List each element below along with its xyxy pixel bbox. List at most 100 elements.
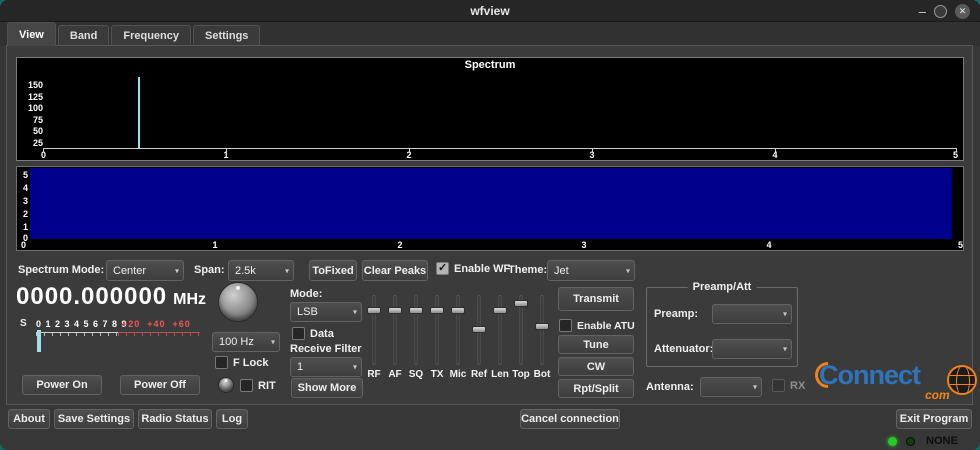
transmit-button[interactable]: Transmit: [558, 287, 634, 311]
preamp-select[interactable]: ▾: [712, 304, 792, 324]
logo-letter-c: C: [819, 360, 838, 390]
close-button[interactable]: ✕: [955, 3, 970, 19]
slider-handle[interactable]: [472, 326, 486, 334]
tuning-step-select[interactable]: 100 Hz ▾: [212, 332, 280, 352]
titlebar[interactable]: wfview – ✕: [0, 0, 980, 22]
chevron-down-icon: ▾: [284, 266, 289, 275]
spectrum-mode-label: Spectrum Mode:: [18, 264, 105, 276]
slider-handle[interactable]: [535, 322, 549, 330]
attenuator-label: Attenuator:: [654, 343, 714, 355]
attenuator-select[interactable]: ▾: [712, 339, 792, 359]
waterfall-panel[interactable]: 5 4 3 2 1 0 0 1 2 3 4 5: [16, 166, 964, 251]
tab-view[interactable]: View: [7, 22, 56, 46]
chevron-down-icon: ▾: [782, 309, 787, 319]
chevron-down-icon: ▾: [782, 344, 787, 354]
connection-status: NONE: [926, 435, 958, 447]
enable-wf-label: Enable WF: [454, 262, 511, 275]
radio-status-button[interactable]: Radio Status: [138, 409, 212, 429]
clear-peaks-button[interactable]: Clear Peaks: [362, 260, 428, 281]
theme-select[interactable]: Jet ▾: [547, 260, 635, 281]
log-button[interactable]: Log: [216, 409, 248, 429]
spectrum-x-tick: 5: [952, 150, 958, 160]
receive-filter-select[interactable]: 1 ▾: [290, 357, 362, 377]
spectrum-x-tick: 4: [772, 150, 778, 160]
smeter-bar: [37, 330, 41, 352]
mic-slider[interactable]: [451, 294, 465, 366]
enable-atu-checkbox[interactable]: Enable ATU: [559, 319, 635, 332]
spectrum-baseline: [43, 148, 957, 149]
top-slider[interactable]: [514, 294, 528, 366]
tx-slider[interactable]: [430, 294, 444, 366]
waterfall-display[interactable]: [30, 168, 952, 239]
smeter-digits: 0 1 2 3 4 5 6 7 8 9: [36, 319, 128, 329]
tab-frequency[interactable]: Frequency: [111, 25, 192, 46]
exit-program-button[interactable]: Exit Program: [896, 409, 972, 429]
maximize-button[interactable]: [934, 4, 947, 18]
slider-handle[interactable]: [430, 306, 444, 314]
chevron-down-icon: ▾: [270, 337, 275, 347]
data-checkbox[interactable]: Data: [292, 327, 334, 340]
sq-slider[interactable]: [409, 294, 423, 366]
spectrum-x-tick: 0: [41, 150, 47, 160]
cancel-connection-button[interactable]: Cancel connection: [520, 409, 620, 429]
close-icon: ✕: [958, 5, 967, 16]
cw-button[interactable]: CW: [558, 357, 634, 376]
preamp-label: Preamp:: [654, 308, 699, 320]
spectrum-panel[interactable]: Spectrum 150 125 100 75 50 25 0 1 2 3 4 …: [16, 57, 964, 161]
tuning-knob[interactable]: [218, 282, 258, 322]
rpt-split-button[interactable]: Rpt/Split: [558, 379, 634, 398]
rf-slider[interactable]: [367, 294, 381, 366]
tune-button[interactable]: Tune: [558, 335, 634, 354]
span-select[interactable]: 2.5k ▾: [228, 260, 294, 281]
slider-handle[interactable]: [367, 306, 381, 314]
spectrum-x-tick: 3: [589, 150, 595, 160]
knob-indicator-dot: [224, 379, 228, 382]
show-more-button[interactable]: Show More: [291, 378, 363, 398]
slider-handle[interactable]: [451, 306, 465, 314]
waterfall-y-tick: 2: [22, 209, 28, 219]
antenna-label: Antenna:: [646, 381, 694, 393]
spectrum-y-tick: 125: [27, 92, 43, 102]
af-slider[interactable]: [388, 294, 402, 366]
slider-track: [435, 295, 439, 365]
about-button[interactable]: About: [8, 409, 50, 429]
minimize-button[interactable]: –: [919, 5, 926, 18]
len-slider[interactable]: [493, 294, 507, 366]
bot-slider[interactable]: [535, 294, 549, 366]
antenna-select[interactable]: ▾: [700, 377, 762, 397]
window-title: wfview: [470, 3, 510, 18]
mode-select[interactable]: LSB ▾: [290, 302, 362, 322]
frequency-display[interactable]: 0000.000000 MHz: [16, 283, 206, 311]
receive-filter-value: 1: [297, 361, 304, 373]
rpt-split-label: Rpt/Split: [573, 382, 619, 395]
save-settings-button[interactable]: Save Settings: [54, 409, 134, 429]
f-lock-checkbox[interactable]: F Lock: [215, 356, 268, 369]
smeter-plus-marks: +20 +40 +60: [122, 319, 191, 329]
chevron-down-icon: ▾: [174, 266, 179, 275]
enable-wf-checkbox[interactable]: Enable WF: [436, 261, 511, 275]
slider-handle[interactable]: [493, 306, 507, 314]
data-label: Data: [310, 327, 334, 340]
spectrum-mode-select[interactable]: Center ▾: [106, 260, 184, 281]
tab-frequency-label: Frequency: [123, 30, 180, 42]
spectrum-y-tick: 50: [32, 126, 43, 136]
tab-band[interactable]: Band: [57, 25, 110, 46]
rit-checkbox[interactable]: RIT: [240, 379, 276, 392]
theme-label: Theme:: [508, 264, 548, 276]
connect-logo: Connect com: [809, 356, 977, 404]
slider-handle[interactable]: [388, 306, 402, 314]
show-more-label: Show More: [297, 382, 357, 394]
power-off-button[interactable]: Power Off: [120, 375, 200, 395]
slider-track: [498, 295, 502, 365]
waterfall-y-tick: 4: [22, 183, 28, 193]
slider-handle[interactable]: [514, 299, 528, 307]
waterfall-x-tick: 2: [397, 240, 403, 250]
rit-knob[interactable]: [218, 377, 234, 393]
ref-slider[interactable]: [472, 294, 486, 366]
smeter-s-label: S: [20, 318, 27, 329]
slider-handle[interactable]: [409, 306, 423, 314]
power-on-button[interactable]: Power On: [22, 375, 102, 395]
tab-settings[interactable]: Settings: [193, 25, 261, 46]
chevron-down-icon: ▾: [352, 307, 357, 317]
tofixed-button[interactable]: ToFixed: [309, 260, 357, 281]
